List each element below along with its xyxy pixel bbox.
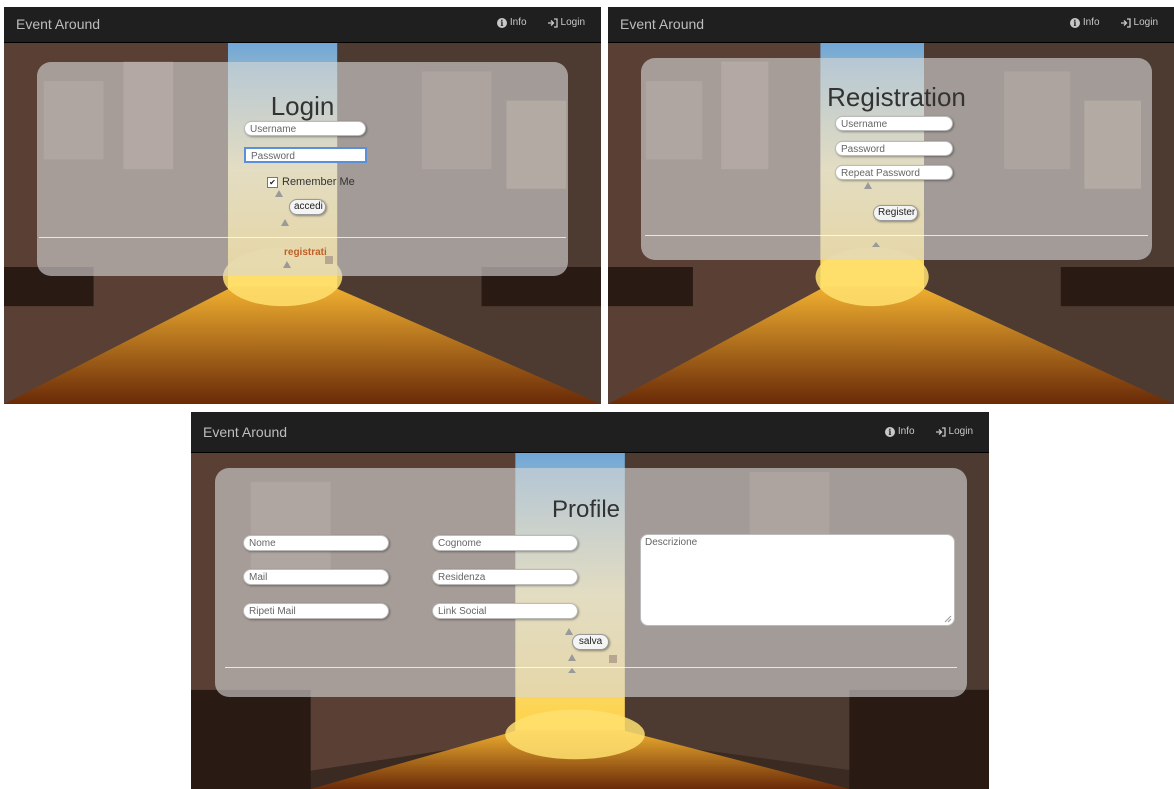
nav-info-link[interactable]: i Info: [1069, 17, 1100, 28]
page-title: Registration: [827, 82, 966, 112]
residenza-placeholder: Residenza: [438, 572, 486, 583]
broken-image-icon: [609, 655, 617, 663]
resize-handle-icon[interactable]: [944, 615, 952, 623]
login-icon: [547, 17, 558, 28]
link-social-placeholder: Link Social: [438, 606, 487, 617]
brand-title[interactable]: Event Around: [16, 16, 100, 32]
navbar: Event Around i Info Login: [608, 7, 1174, 43]
brand-title[interactable]: Event Around: [620, 16, 704, 32]
nome-placeholder: Nome: [249, 538, 276, 549]
nav-login-label: Login: [948, 426, 973, 437]
register-button[interactable]: Register: [873, 205, 918, 221]
login-panel: Login Username Password ✔ Remember Me ac…: [37, 62, 568, 276]
register-link[interactable]: registrati: [284, 247, 327, 258]
login-icon: [935, 426, 946, 437]
password-input[interactable]: Password: [835, 141, 953, 156]
triangle-icon: [275, 190, 283, 197]
login-icon: [1120, 17, 1131, 28]
profile-panel: Profile Nome Cognome Descrizione Mail Re…: [215, 468, 967, 697]
ripeti-mail-input[interactable]: Ripeti Mail: [243, 603, 389, 619]
nav-links: i Info Login: [1069, 17, 1158, 28]
profile-screenshot: Event Around i Info Login Profile Nome C…: [191, 412, 989, 789]
ripeti-mail-placeholder: Ripeti Mail: [249, 606, 296, 617]
info-icon: i: [496, 17, 507, 28]
triangle-icon: [283, 261, 291, 268]
nome-input[interactable]: Nome: [243, 535, 389, 551]
residenza-input[interactable]: Residenza: [432, 569, 578, 585]
nav-login-link[interactable]: Login: [547, 17, 585, 28]
username-placeholder: Username: [250, 124, 297, 135]
password-placeholder: Password: [841, 144, 885, 155]
remember-me-label: Remember Me: [282, 176, 355, 188]
link-social-input[interactable]: Link Social: [432, 603, 578, 619]
nav-login-label: Login: [560, 17, 585, 28]
nav-login-link[interactable]: Login: [935, 426, 973, 437]
password-input[interactable]: Password: [244, 147, 367, 163]
page-title: Login: [270, 91, 335, 121]
divider: [225, 667, 957, 668]
nav-info-label: Info: [1082, 17, 1100, 28]
nav-login-link[interactable]: Login: [1120, 17, 1158, 28]
username-placeholder: Username: [841, 119, 888, 130]
remember-me-checkbox[interactable]: ✔ Remember Me: [267, 176, 355, 188]
nav-info-link[interactable]: i Info: [884, 426, 915, 437]
login-screenshot: Event Around i Info Login Login Username…: [4, 7, 601, 404]
triangle-icon: [568, 668, 576, 673]
registration-panel: Registration Username Password Repeat Pa…: [641, 58, 1152, 260]
navbar: Event Around i Info Login: [4, 7, 601, 43]
username-input[interactable]: Username: [244, 121, 366, 136]
descrizione-textarea[interactable]: Descrizione: [640, 534, 955, 626]
cognome-input[interactable]: Cognome: [432, 535, 578, 551]
triangle-icon: [568, 654, 576, 661]
password-placeholder: Password: [251, 151, 295, 162]
login-submit-button[interactable]: accedi: [289, 199, 326, 215]
repeat-password-placeholder: Repeat Password: [841, 168, 920, 179]
triangle-icon: [872, 242, 880, 247]
nav-info-label: Info: [509, 17, 527, 28]
divider: [39, 237, 566, 238]
registration-screenshot: Event Around i Info Login Registration U…: [608, 7, 1174, 404]
broken-image-icon: [325, 256, 333, 264]
nav-links: i Info Login: [884, 426, 973, 437]
mail-placeholder: Mail: [249, 572, 268, 583]
nav-info-label: Info: [897, 426, 915, 437]
repeat-password-input[interactable]: Repeat Password: [835, 165, 953, 180]
triangle-icon: [565, 628, 573, 635]
info-icon: i: [1069, 17, 1080, 28]
cognome-placeholder: Cognome: [438, 538, 482, 549]
mail-input[interactable]: Mail: [243, 569, 389, 585]
triangle-icon: [864, 182, 872, 189]
checkbox-icon[interactable]: ✔: [267, 176, 278, 188]
info-icon: i: [884, 426, 895, 437]
brand-title[interactable]: Event Around: [203, 424, 287, 440]
save-button[interactable]: salva: [572, 634, 609, 650]
navbar: Event Around i Info Login: [191, 412, 989, 453]
username-input[interactable]: Username: [835, 116, 953, 131]
descrizione-placeholder: Descrizione: [645, 537, 698, 548]
triangle-icon: [281, 219, 289, 226]
nav-login-label: Login: [1133, 17, 1158, 28]
divider: [645, 235, 1148, 236]
nav-links: i Info Login: [496, 17, 585, 28]
nav-info-link[interactable]: i Info: [496, 17, 527, 28]
page-title: Profile: [552, 496, 621, 523]
